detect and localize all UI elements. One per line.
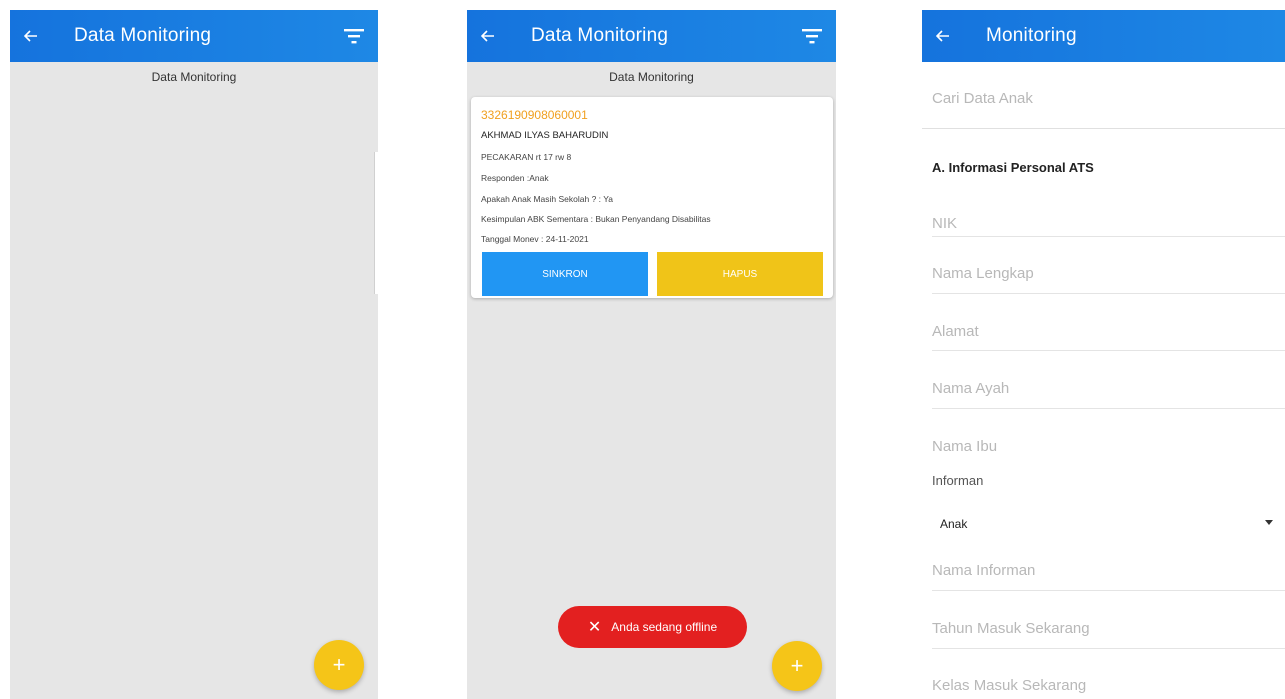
page-subtitle: Data Monitoring (609, 70, 694, 84)
app-bar-title: Data Monitoring (531, 25, 669, 46)
card-nik: 3326190908060001 (481, 108, 588, 122)
monitoring-card[interactable]: 3326190908060001 AKHMAD ILYAS BAHARUDIN … (471, 97, 833, 298)
card-tanggal: Tanggal Monev : 24-11-2021 (481, 234, 589, 244)
informan-dropdown[interactable]: Anak (940, 510, 1285, 540)
add-button[interactable]: + (314, 640, 364, 690)
screen-data-monitoring-list: Data Monitoring Data Monitoring 33261909… (467, 10, 836, 699)
section-title: A. Informasi Personal ATS (932, 160, 1094, 175)
close-icon[interactable]: ✕ (588, 617, 601, 637)
back-arrow-icon[interactable] (936, 30, 958, 42)
informan-value: Anak (940, 517, 968, 531)
field-underline (932, 293, 1285, 294)
tahun-masuk-field[interactable]: Tahun Masuk Sekarang (932, 620, 1090, 637)
field-underline (932, 648, 1285, 649)
back-arrow-icon[interactable] (481, 30, 503, 42)
field-underline (932, 350, 1285, 351)
nik-field[interactable]: NIK (932, 215, 957, 232)
filter-icon[interactable] (802, 27, 822, 45)
kelas-masuk-field[interactable]: Kelas Masuk Sekarang (932, 677, 1086, 694)
app-bar: Monitoring (922, 10, 1285, 62)
card-peek (374, 152, 378, 294)
nama-ibu-field[interactable]: Nama Ibu (932, 438, 997, 455)
card-responden: Responden :Anak (481, 173, 549, 183)
card-kesimpulan: Kesimpulan ABK Sementara : Bukan Penyand… (481, 214, 711, 224)
plus-icon: + (332, 652, 346, 677)
card-address: PECAKARAN rt 17 rw 8 (481, 152, 572, 162)
caret-down-icon (1265, 520, 1273, 525)
sync-button[interactable]: SINKRON (482, 252, 648, 296)
page-subtitle: Data Monitoring (151, 70, 237, 84)
divider (922, 128, 1285, 129)
app-bar: Data Monitoring (467, 10, 836, 62)
snackbar-text: Anda sedang offline (611, 620, 718, 634)
field-underline (932, 590, 1285, 591)
app-bar-title: Monitoring (986, 25, 1077, 46)
app-bar-title: Data Monitoring (74, 25, 212, 46)
delete-button[interactable]: HAPUS (657, 252, 823, 296)
search-input[interactable]: Cari Data Anak (932, 90, 1033, 107)
screen-monitoring-form: Monitoring Cari Data Anak A. Informasi P… (922, 10, 1285, 699)
back-arrow-icon[interactable] (24, 30, 46, 42)
filter-icon[interactable] (344, 27, 364, 45)
offline-snackbar: ✕ Anda sedang offline (558, 606, 747, 648)
alamat-field[interactable]: Alamat (932, 323, 979, 340)
nama-informan-field[interactable]: Nama Informan (932, 562, 1035, 579)
nama-lengkap-field[interactable]: Nama Lengkap (932, 265, 1034, 282)
informan-label: Informan (932, 473, 984, 488)
field-underline (932, 236, 1285, 237)
plus-icon: + (790, 653, 804, 678)
card-sekolah: Apakah Anak Masih Sekolah ? : Ya (481, 194, 613, 204)
screen-data-monitoring-empty: Data Monitoring Data Monitoring + (10, 10, 378, 699)
field-underline (932, 408, 1285, 409)
add-button[interactable]: + (772, 641, 822, 691)
nama-ayah-field[interactable]: Nama Ayah (932, 380, 1009, 397)
card-name: AKHMAD ILYAS BAHARUDIN (481, 130, 609, 141)
app-bar: Data Monitoring (10, 10, 378, 62)
